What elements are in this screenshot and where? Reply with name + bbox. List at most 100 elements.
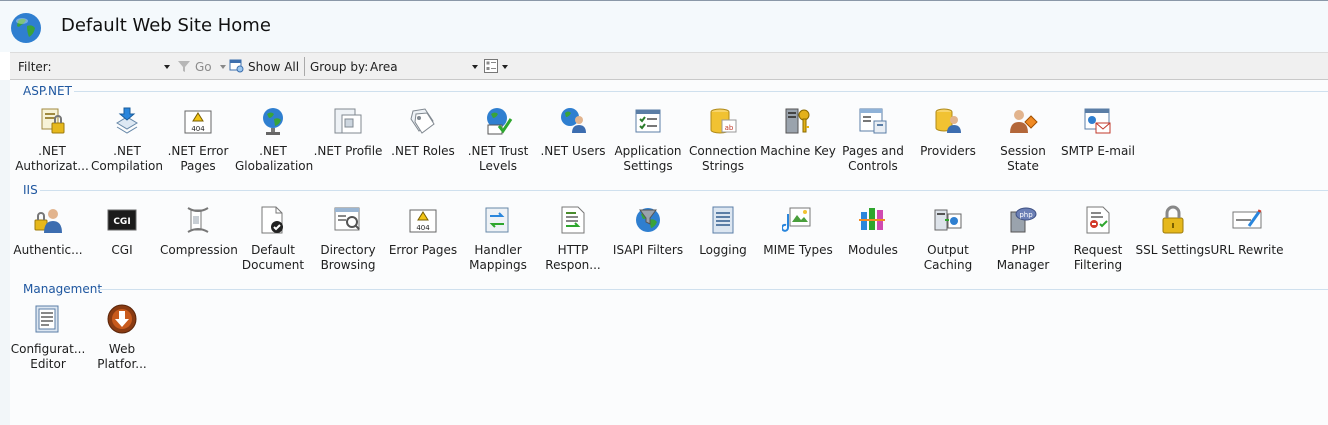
feature-label: Default Document [241,243,305,272]
feature-item[interactable]: Application Settings [610,105,686,174]
feature-item[interactable]: URL Rewrite [1209,204,1285,258]
feature-item[interactable]: Request Filtering [1060,204,1136,273]
feature-item[interactable]: .NET Compilation [89,105,165,174]
svg-text:ab: ab [725,124,734,132]
directory-browsing-icon [334,207,360,231]
go-button[interactable]: Go [195,60,212,74]
feature-item[interactable]: ab Connection Strings [685,105,761,174]
feature-item[interactable]: MIME Types [760,204,836,258]
feature-item[interactable]: CGI CGI [84,204,160,258]
feature-item[interactable]: HTTP Respon... [535,204,611,273]
svg-text:CGI: CGI [113,217,130,227]
trust-levels-icon [487,108,513,135]
feature-item[interactable]: Logging [685,204,761,258]
compilation-icon [116,107,138,134]
filter-toolbar: Filter: Go Show All Group by: Area [10,52,1328,80]
feature-item[interactable]: SMTP E-mail [1060,105,1136,159]
show-all-button[interactable]: Show All [248,60,299,74]
configuration-editor-icon [35,305,59,333]
feature-label: URL Rewrite [1210,243,1284,257]
error-pages-icon: 404 [409,209,437,233]
globalization-icon [263,108,283,135]
feature-label: Authentic... [13,243,83,257]
compression-icon [187,207,209,233]
feature-item[interactable]: Handler Mappings [460,204,536,273]
filter-input[interactable] [58,57,170,75]
group-by-chevron-icon[interactable] [472,65,478,69]
section-divider [74,91,1328,92]
pages-controls-icon [859,108,887,134]
feature-label: Modules [848,243,898,257]
feature-label: HTTP Respon... [545,243,601,272]
connection-strings-icon: ab [710,108,737,134]
feature-label: SSL Settings [1135,243,1211,257]
feature-label: .NET Users [540,144,606,158]
view-chevron-icon[interactable] [502,65,508,69]
feature-item[interactable]: 404 .NET Error Pages [160,105,236,174]
feature-item[interactable]: Session State [985,105,1061,174]
feature-item[interactable]: Output Caching [910,204,986,273]
logging-icon [712,206,734,234]
feature-item[interactable]: Default Document [235,204,311,273]
feature-item[interactable]: .NET Authorizat... [14,105,90,174]
feature-item[interactable]: 404 Error Pages [385,204,461,258]
view-icon[interactable] [484,59,498,73]
svg-text:php: php [1019,211,1033,219]
page-header: Default Web Site Home [0,1,1328,52]
feature-item[interactable]: Providers [910,105,986,159]
feature-item[interactable]: Machine Key [760,105,836,159]
handler-mappings-icon [485,207,509,233]
authorization-icon [41,108,65,134]
feature-label: Pages and Controls [842,144,904,173]
filter-dropdown-chevron-icon[interactable] [164,65,170,69]
feature-label: Logging [699,243,747,257]
url-rewrite-icon [1232,209,1262,229]
section-divider [98,289,1328,290]
feature-label: Providers [920,144,976,158]
section-title-aspnet: ASP.NET [23,84,72,98]
group-by-select[interactable]: Area [370,60,398,74]
section-divider [40,190,1328,191]
request-filtering-icon [1086,206,1110,234]
feature-item[interactable]: .NET Globalization [235,105,314,174]
feature-label: ISAPI Filters [612,243,684,257]
feature-label: Directory Browsing [320,243,376,272]
feature-label: .NET Globalization [235,144,314,173]
feature-label: .NET Authorizat... [15,144,89,173]
feature-item[interactable]: Compression [160,204,238,258]
feature-label: MIME Types [763,243,833,257]
feature-item[interactable]: Modules [835,204,911,258]
default-document-icon [261,206,283,234]
feature-item[interactable]: Directory Browsing [310,204,386,273]
authentication-icon [34,209,62,233]
php-manager-icon: php [1010,207,1037,233]
feature-label: .NET Profile [313,144,383,158]
providers-icon [935,108,961,133]
feature-item[interactable]: .NET Profile [310,105,386,159]
feature-item[interactable]: .NET Roles [385,105,461,159]
go-chevron-icon[interactable] [220,65,226,69]
modules-icon [859,208,885,230]
feature-item[interactable]: .NET Users [535,105,611,159]
svg-text:404: 404 [191,125,205,133]
mime-types-icon [782,207,811,232]
feature-item[interactable]: SSL Settings [1135,204,1211,258]
feature-item[interactable]: php PHP Manager [985,204,1061,273]
funnel-icon[interactable] [177,60,191,73]
group-by-label: Group by: [310,60,369,74]
feature-item[interactable]: Configurat... Editor [10,303,86,372]
feature-label: Request Filtering [1073,243,1123,272]
features-panel: ASP.NET IIS Management .NET Authorizat..… [10,80,1328,425]
output-caching-icon [934,209,962,231]
section-title-management: Management [23,282,103,296]
feature-item[interactable]: Pages and Controls [835,105,911,174]
feature-label: Handler Mappings [469,243,527,272]
feature-item[interactable]: Web Platfor... [84,303,160,372]
feature-label: Machine Key [760,144,836,158]
feature-item[interactable]: ISAPI Filters [610,204,686,258]
feature-item[interactable]: Authentic... [10,204,86,258]
feature-item[interactable]: .NET Trust Levels [460,105,536,174]
show-all-icon[interactable] [229,59,245,74]
machine-key-icon [785,108,810,134]
ssl-settings-icon [1162,205,1184,234]
